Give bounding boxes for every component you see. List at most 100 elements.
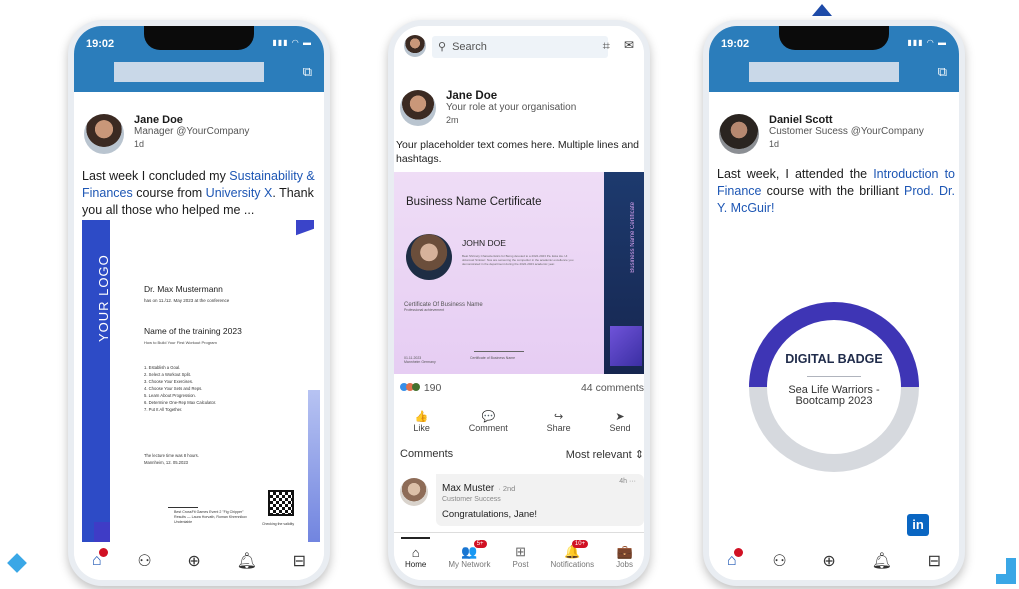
- certificate-recipient: Dr. Max Mustermann: [144, 284, 223, 294]
- author-role: Your role at your organisation: [446, 102, 577, 113]
- author-name[interactable]: Jane Doe: [446, 90, 576, 102]
- profile-avatar[interactable]: [404, 35, 426, 57]
- commenter-name[interactable]: Max Muster: [442, 483, 494, 494]
- certificate-recipient: JOHN DOE: [462, 238, 506, 248]
- notification-dot: [733, 548, 743, 557]
- home-icon[interactable]: ⌂: [92, 548, 108, 570]
- author-name[interactable]: Jane Doe: [134, 114, 249, 126]
- status-icons: ▮▮▮ ◠ ▬: [907, 38, 947, 47]
- status-time: 19:02: [721, 38, 750, 50]
- send-button[interactable]: ➤ Send: [610, 410, 631, 433]
- search-input[interactable]: ⚲ Search: [432, 36, 608, 58]
- decorative-cube: [94, 522, 110, 542]
- phone-mockup-3: 19:02 ▮▮▮ ◠ ▬ ⧉ Daniel Scott Customer Su…: [703, 20, 965, 586]
- commenter-avatar[interactable]: [400, 478, 428, 506]
- messaging-icon[interactable]: ⧉: [938, 64, 947, 80]
- briefcase-icon[interactable]: ⊟: [928, 551, 941, 571]
- home-icon: ⌂: [411, 544, 420, 560]
- messaging-icon[interactable]: ⧉: [303, 64, 312, 80]
- briefcase-icon[interactable]: ⊟: [293, 551, 306, 571]
- bell-icon[interactable]: 🔔︎: [872, 551, 892, 571]
- badge-divider: [807, 376, 861, 377]
- network-icon[interactable]: ⚇: [772, 551, 786, 571]
- training-step: 6. Determine One-Rep Max Calculator.: [144, 400, 217, 405]
- phone-mockup-2: ⚲ Search ⌗ ✉ Jane Doe Your role at your o…: [388, 20, 650, 586]
- post-author[interactable]: Daniel Scott Customer Sucess @YourCompan…: [719, 114, 924, 154]
- phone-screen-2: ⚲ Search ⌗ ✉ Jane Doe Your role at your o…: [394, 26, 644, 580]
- training-step: 4. Choose Your Sets and Reps.: [144, 386, 203, 391]
- nav-post[interactable]: ⊞ Post: [513, 544, 529, 569]
- share-icon: ↪: [554, 411, 564, 423]
- comments-header: Comments Most relevant ⇕: [400, 448, 644, 461]
- avatar[interactable]: [84, 114, 124, 154]
- badge-face: DIGITAL BADGE Sea Life Warriors - Bootca…: [767, 320, 901, 454]
- author-role: Customer Sucess @YourCompany: [769, 126, 924, 137]
- search-bar[interactable]: [749, 62, 899, 82]
- certificate-fine-print: Beat Shrinely Characteristics for Being …: [462, 254, 574, 266]
- post-age: 2m: [446, 115, 459, 125]
- post-icon[interactable]: ⊕: [822, 551, 835, 571]
- decorative-cubes: [610, 326, 642, 366]
- post-text: Last week, I attended the Introduction t…: [717, 167, 956, 215]
- network-icon[interactable]: ⚇: [137, 551, 151, 571]
- avatar[interactable]: [719, 114, 759, 154]
- comment-button[interactable]: 💬 Comment: [469, 410, 508, 433]
- nav-notifications[interactable]: 🔔 10+ Notifications: [551, 540, 594, 569]
- reaction-icons: [400, 382, 420, 394]
- post-author[interactable]: Jane Doe Your role at your organisation …: [400, 90, 576, 126]
- university-link[interactable]: University X: [206, 186, 273, 200]
- lecture-info: The lecture time was 8 hours. Mannheim, …: [144, 453, 199, 465]
- bell-icon[interactable]: 🔔︎: [237, 551, 257, 571]
- post-age: 1d: [134, 139, 145, 149]
- share-button[interactable]: ↪ Share: [547, 410, 571, 433]
- author-name[interactable]: Daniel Scott: [769, 114, 924, 126]
- signature-caption: Certificate of Business Name: [470, 356, 516, 360]
- comment-bubble: Max Muster · 2nd 4h ··· Customer Success …: [436, 474, 644, 526]
- messaging-icon[interactable]: ✉: [624, 38, 634, 52]
- training-name: Name of the training 2023: [144, 326, 242, 336]
- like-button[interactable]: 👍 Like: [413, 410, 430, 433]
- qr-code: [268, 490, 294, 516]
- author-role: Manager @YourCompany: [134, 126, 250, 137]
- training-step: 3. Choose Your Exercises.: [144, 379, 194, 384]
- validity-caption: Checking the validity: [262, 522, 295, 526]
- comment-item[interactable]: Max Muster · 2nd 4h ··· Customer Success …: [400, 474, 644, 530]
- decorative-corner: [996, 558, 1016, 584]
- search-icon: ⚲: [438, 41, 447, 53]
- decorative-tile: [296, 220, 314, 236]
- post-author[interactable]: Jane Doe Manager @YourCompany 1d: [84, 114, 249, 154]
- training-step: 1. Establish a Goal.: [144, 365, 181, 370]
- connection-degree: · 2nd: [498, 484, 516, 493]
- avatar[interactable]: [400, 90, 436, 126]
- comment-count[interactable]: 44 comments: [581, 382, 644, 394]
- certificate-side-text: Business Name Certificate: [630, 202, 636, 273]
- comment-text: Congratulations, Jane!: [442, 509, 538, 520]
- training-step: 7. Put It All Together.: [144, 407, 183, 412]
- comment-icon: 💬: [481, 411, 496, 423]
- digital-badge[interactable]: DIGITAL BADGE Sea Life Warriors - Bootca…: [749, 302, 919, 472]
- signature: [168, 496, 198, 508]
- qr-scan-icon[interactable]: ⌗: [603, 38, 610, 54]
- notification-dot: [98, 548, 108, 557]
- nav-my-network[interactable]: 👥 5+ My Network: [448, 540, 491, 569]
- search-bar[interactable]: [114, 62, 264, 82]
- certificate-image[interactable]: YOUR LOGO Dr. Max Mustermann has on 11./…: [82, 220, 320, 554]
- home-icon[interactable]: ⌂: [727, 548, 743, 570]
- bottom-nav: ⌂ ⚇ ⊕ 🔔︎ ⊟: [74, 542, 324, 580]
- badge-title: DIGITAL BADGE: [785, 352, 883, 366]
- nav-home[interactable]: ⌂ Home: [400, 536, 431, 569]
- logo-placeholder: YOUR LOGO: [96, 254, 111, 342]
- reaction-bar[interactable]: 190 44 comments: [400, 382, 644, 394]
- status-icons: ▮▮▮ ◠ ▬: [272, 38, 312, 47]
- comment-age[interactable]: 4h ···: [619, 478, 636, 485]
- recipient-photo: [406, 234, 452, 280]
- sort-dropdown[interactable]: Most relevant ⇕: [566, 448, 644, 461]
- training-step: 2. Select a Workout Split.: [144, 372, 191, 377]
- post-text: Last week I concluded my Sustainability …: [82, 169, 315, 217]
- post-icon: ⊞: [515, 544, 526, 559]
- notification-badge: 10+: [571, 540, 589, 548]
- nav-jobs[interactable]: 💼 Jobs: [616, 544, 633, 569]
- reaction-count[interactable]: 190: [400, 382, 441, 394]
- certificate-image[interactable]: Business Name Certificate Business Name …: [394, 172, 644, 374]
- post-icon[interactable]: ⊕: [187, 551, 200, 571]
